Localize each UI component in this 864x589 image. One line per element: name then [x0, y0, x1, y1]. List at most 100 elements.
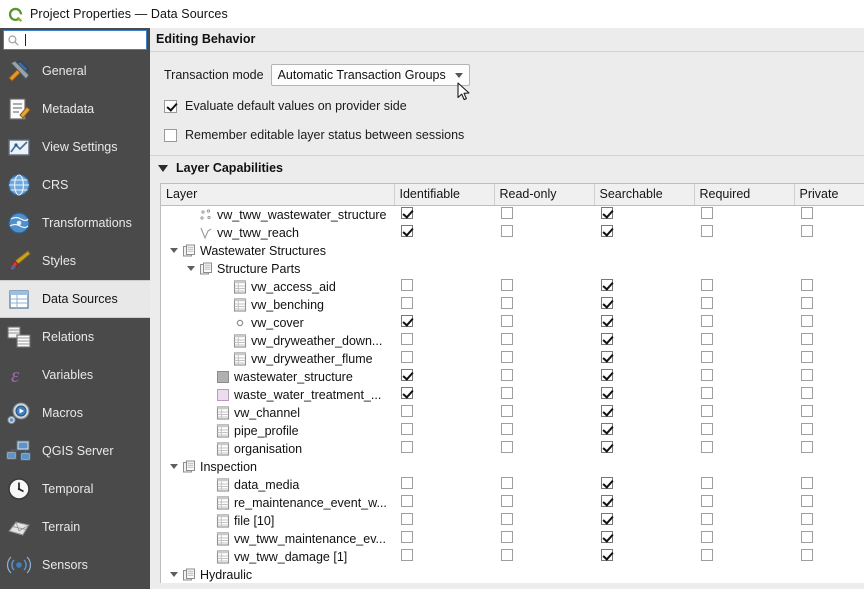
cell-searchable[interactable] [594, 512, 694, 530]
cell-searchable[interactable] [594, 350, 694, 368]
column-header-searchable[interactable]: Searchable [594, 184, 695, 206]
cell-searchable[interactable] [594, 476, 694, 494]
required-checkbox[interactable] [701, 225, 713, 237]
table-row[interactable]: vw_tww_damage [1] [161, 548, 864, 566]
cell-private[interactable] [794, 296, 864, 314]
identifiable-checkbox[interactable] [401, 279, 413, 291]
searchable-checkbox[interactable] [601, 351, 613, 363]
private-checkbox[interactable] [801, 531, 813, 543]
column-header-required[interactable]: Required [694, 184, 795, 206]
cell-required[interactable] [694, 422, 794, 440]
cell-required[interactable] [694, 224, 794, 242]
cell-searchable[interactable] [594, 368, 694, 386]
searchable-checkbox[interactable] [601, 279, 613, 291]
cell-readonly[interactable] [494, 224, 594, 242]
collapse-triangle-icon[interactable] [158, 164, 168, 172]
private-checkbox[interactable] [801, 387, 813, 399]
identifiable-checkbox[interactable] [401, 477, 413, 489]
cell-readonly[interactable] [494, 476, 594, 494]
required-checkbox[interactable] [701, 495, 713, 507]
required-checkbox[interactable] [701, 351, 713, 363]
identifiable-checkbox[interactable] [401, 387, 413, 399]
cell-private[interactable] [794, 205, 864, 224]
searchable-checkbox[interactable] [601, 207, 613, 219]
searchable-checkbox[interactable] [601, 423, 613, 435]
cell-searchable[interactable] [594, 494, 694, 512]
cell-readonly[interactable] [494, 278, 594, 296]
remember-editable-row[interactable]: Remember editable layer status between s… [164, 123, 864, 147]
column-header-read-only[interactable]: Read-only [494, 184, 595, 206]
cell-searchable[interactable] [594, 296, 694, 314]
searchable-checkbox[interactable] [601, 513, 613, 525]
cell-readonly[interactable] [494, 440, 594, 458]
table-row[interactable]: vw_benching [161, 296, 864, 314]
table-row[interactable]: vw_tww_reach [161, 224, 864, 242]
searchable-checkbox[interactable] [601, 531, 613, 543]
cell-private[interactable] [794, 530, 864, 548]
searchable-checkbox[interactable] [601, 315, 613, 327]
private-checkbox[interactable] [801, 333, 813, 345]
identifiable-checkbox[interactable] [401, 513, 413, 525]
cell-readonly[interactable] [494, 205, 594, 224]
cell-identifiable[interactable] [394, 314, 494, 332]
cell-searchable[interactable] [594, 332, 694, 350]
identifiable-checkbox[interactable] [401, 369, 413, 381]
cell-readonly[interactable] [494, 404, 594, 422]
cell-searchable[interactable] [594, 205, 694, 224]
cell-private[interactable] [794, 422, 864, 440]
searchable-checkbox[interactable] [601, 297, 613, 309]
private-checkbox[interactable] [801, 225, 813, 237]
sidebar-item-terrain[interactable]: Terrain [0, 508, 150, 546]
cell-identifiable[interactable] [394, 512, 494, 530]
required-checkbox[interactable] [701, 405, 713, 417]
required-checkbox[interactable] [701, 315, 713, 327]
remember-editable-checkbox[interactable] [164, 128, 177, 142]
identifiable-checkbox[interactable] [401, 495, 413, 507]
cell-identifiable[interactable] [394, 440, 494, 458]
expander-triangle-icon[interactable] [167, 464, 180, 469]
sidebar-item-general[interactable]: General [0, 52, 150, 90]
cell-private[interactable] [794, 386, 864, 404]
cell-private[interactable] [794, 278, 864, 296]
searchable-checkbox[interactable] [601, 387, 613, 399]
cell-identifiable[interactable] [394, 296, 494, 314]
search-box[interactable] [3, 30, 147, 50]
required-checkbox[interactable] [701, 207, 713, 219]
readonly-checkbox[interactable] [501, 531, 513, 543]
identifiable-checkbox[interactable] [401, 423, 413, 435]
table-row[interactable]: re_maintenance_event_w... [161, 494, 864, 512]
cell-required[interactable] [694, 404, 794, 422]
private-checkbox[interactable] [801, 207, 813, 219]
readonly-checkbox[interactable] [501, 297, 513, 309]
cell-identifiable[interactable] [394, 205, 494, 224]
private-checkbox[interactable] [801, 297, 813, 309]
search-input[interactable] [26, 34, 136, 46]
private-checkbox[interactable] [801, 441, 813, 453]
table-row[interactable]: Inspection [161, 458, 864, 476]
table-row[interactable]: vw_dryweather_down... [161, 332, 864, 350]
identifiable-checkbox[interactable] [401, 549, 413, 561]
cell-identifiable[interactable] [394, 530, 494, 548]
cell-searchable[interactable] [594, 422, 694, 440]
cell-identifiable[interactable] [394, 404, 494, 422]
table-row[interactable]: Structure Parts [161, 260, 864, 278]
table-row[interactable]: data_media [161, 476, 864, 494]
required-checkbox[interactable] [701, 477, 713, 489]
sidebar-item-view-settings[interactable]: View Settings [0, 128, 150, 166]
cell-required[interactable] [694, 476, 794, 494]
evaluate-defaults-row[interactable]: Evaluate default values on provider side [164, 94, 864, 118]
readonly-checkbox[interactable] [501, 495, 513, 507]
cell-searchable[interactable] [594, 530, 694, 548]
cell-identifiable[interactable] [394, 494, 494, 512]
required-checkbox[interactable] [701, 279, 713, 291]
column-header-layer[interactable]: Layer [161, 184, 395, 206]
required-checkbox[interactable] [701, 387, 713, 399]
private-checkbox[interactable] [801, 351, 813, 363]
readonly-checkbox[interactable] [501, 387, 513, 399]
table-row[interactable]: organisation [161, 440, 864, 458]
readonly-checkbox[interactable] [501, 279, 513, 291]
cell-readonly[interactable] [494, 332, 594, 350]
cell-readonly[interactable] [494, 386, 594, 404]
cell-readonly[interactable] [494, 350, 594, 368]
sidebar-item-styles[interactable]: Styles [0, 242, 150, 280]
